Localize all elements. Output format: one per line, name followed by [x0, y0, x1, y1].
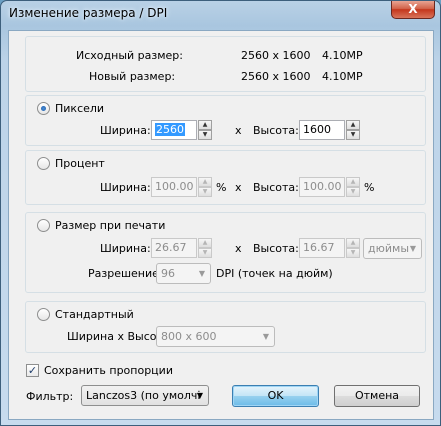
chevron-down-icon: ▼ — [409, 244, 416, 253]
pixels-height-input[interactable]: 1600 — [299, 120, 345, 140]
filter-label: Фильтр: — [26, 390, 74, 403]
percent-width-unit: % — [216, 181, 227, 194]
resolution-label: Разрешение: — [88, 267, 163, 280]
pixels-width-input[interactable]: 2560 — [151, 120, 197, 140]
pixels-height-spinner[interactable]: ▲ ▼ — [346, 120, 360, 140]
title-bar[interactable]: Изменение размера / DPI X — [1, 1, 440, 25]
new-size-label: Новый размер: — [89, 70, 176, 83]
standard-size-radio[interactable] — [37, 308, 50, 321]
filter-dropdown[interactable]: Lanczos3 (по умолчі ▼ — [81, 385, 209, 406]
standard-size-radio-label[interactable]: Стандартный — [55, 308, 134, 321]
standard-size-value: 800 x 600 — [161, 330, 217, 343]
resize-dialog-window: Изменение размера / DPI X Исходный разме… — [0, 0, 441, 426]
percent-width-label: Ширина: — [100, 181, 151, 194]
percent-height-input[interactable]: 100.00 — [299, 177, 345, 197]
percent-width-input[interactable]: 100.00 — [151, 177, 197, 197]
chevron-down-icon: ▼ — [198, 269, 205, 278]
size-info-group: Исходный размер: 2560 x 1600 4.10MP Новы… — [25, 36, 426, 92]
cancel-button[interactable]: Отмена — [334, 385, 420, 407]
pixels-x-label: x — [235, 124, 242, 137]
print-width-spinner[interactable]: ▲ ▼ — [198, 238, 212, 258]
original-size-label: Исходный размер: — [76, 49, 183, 62]
new-megapixels: 4.10MP — [322, 70, 363, 83]
original-size-value: 2560 x 1600 — [241, 49, 311, 62]
ok-button[interactable]: OK — [232, 385, 319, 407]
original-megapixels: 4.10MP — [322, 49, 363, 62]
pixels-height-label: Высота: — [253, 124, 299, 137]
close-button[interactable]: X — [391, 1, 435, 19]
print-width-label: Ширина: — [100, 242, 151, 255]
keep-proportions-label[interactable]: Сохранить пропорции — [44, 364, 173, 377]
dpi-label: DPI (точек на дюйм) — [216, 267, 333, 280]
chevron-down-icon: ▼ — [196, 391, 203, 400]
print-height-label: Высота: — [253, 242, 299, 255]
print-size-group: Размер при печати Ширина: 26.67 ▲ ▼ x Выс… — [25, 212, 426, 293]
print-units-value: дюймы — [368, 242, 409, 255]
resolution-dropdown[interactable]: 96 ▼ — [156, 263, 211, 284]
standard-size-group: Стандартный Ширина x Высота: 800 x 600 ▼ — [25, 301, 426, 353]
window-title: Изменение размера / DPI — [9, 6, 168, 20]
print-units-dropdown[interactable]: дюймы ▼ — [363, 238, 422, 259]
print-x-label: x — [235, 242, 242, 255]
pixels-radio[interactable] — [37, 102, 50, 115]
print-height-input[interactable]: 16.67 — [299, 238, 345, 258]
percent-height-label: Высота: — [253, 181, 299, 194]
percent-width-spinner[interactable]: ▲ ▼ — [198, 177, 212, 197]
standard-size-dropdown[interactable]: 800 x 600 ▼ — [156, 326, 275, 347]
pixels-width-label: Ширина: — [100, 124, 151, 137]
percent-x-label: x — [235, 181, 242, 194]
chevron-down-icon: ▼ — [262, 332, 269, 341]
keep-proportions-checkbox[interactable]: ✓ — [26, 364, 39, 377]
print-width-input[interactable]: 26.67 — [151, 238, 197, 258]
print-height-spinner[interactable]: ▲ ▼ — [346, 238, 360, 258]
print-size-radio-label[interactable]: Размер при печати — [55, 219, 165, 232]
percent-radio[interactable] — [37, 157, 50, 170]
resolution-value: 96 — [161, 267, 175, 280]
dialog-client-area: Исходный размер: 2560 x 1600 4.10MP Новы… — [8, 30, 434, 420]
pixels-radio-label[interactable]: Пиксели — [55, 102, 104, 115]
pixels-group: Пиксели Ширина: 2560 ▲ ▼ x Высота: 1600 ▲… — [25, 95, 426, 146]
percent-group: Процент Ширина: 100.00 ▲ ▼ % x Высота: 10… — [25, 150, 426, 205]
percent-height-spinner[interactable]: ▲ ▼ — [346, 177, 360, 197]
pixels-width-spinner[interactable]: ▲ ▼ — [198, 120, 212, 140]
percent-radio-label[interactable]: Процент — [55, 157, 105, 170]
percent-height-unit: % — [364, 181, 375, 194]
filter-value: Lanczos3 (по умолчі — [86, 389, 201, 402]
print-size-radio[interactable] — [37, 219, 50, 232]
new-size-value: 2560 x 1600 — [241, 70, 311, 83]
